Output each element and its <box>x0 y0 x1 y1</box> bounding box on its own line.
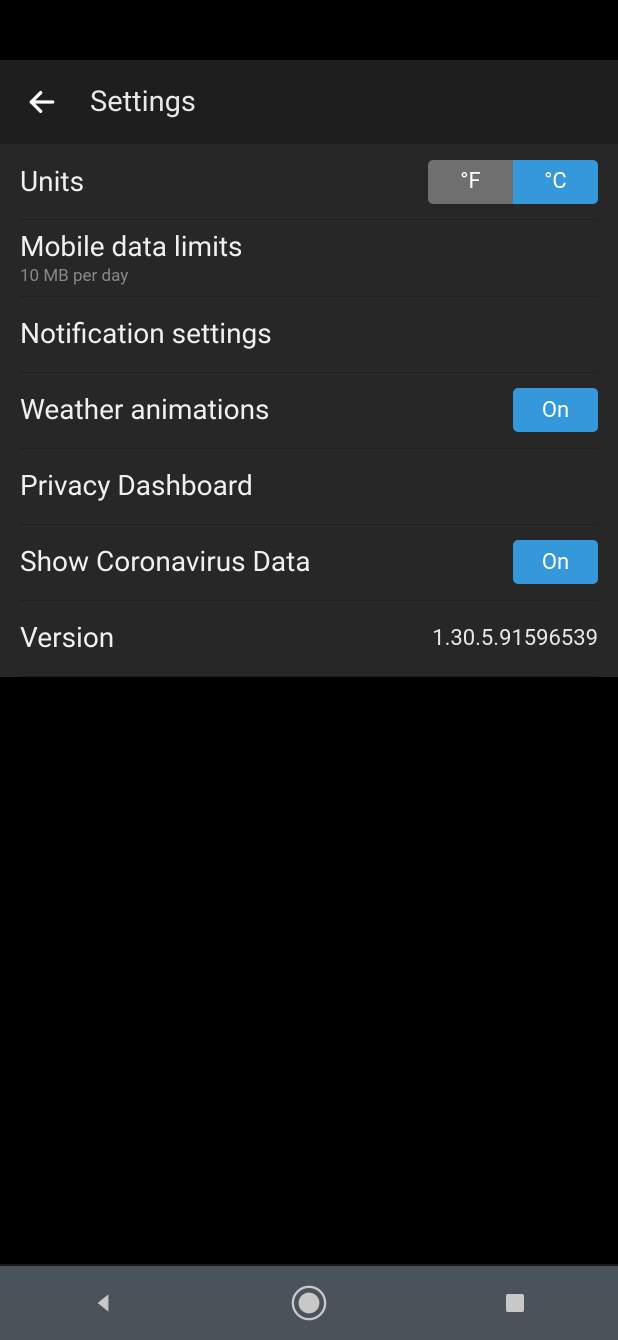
weather-animations-row: Weather animations On <box>20 373 598 449</box>
page-title: Settings <box>90 85 196 119</box>
coronavirus-data-row: Show Coronavirus Data On <box>20 525 598 601</box>
notification-settings-label: Notification settings <box>20 317 272 351</box>
nav-home-button[interactable] <box>259 1278 359 1328</box>
mobile-data-label: Mobile data limits <box>20 230 243 264</box>
mobile-data-sublabel: 10 MB per day <box>20 266 243 286</box>
units-toggle: °F °C <box>428 160 598 204</box>
circle-home-icon <box>290 1284 328 1322</box>
coronavirus-data-label: Show Coronavirus Data <box>20 545 311 579</box>
coronavirus-data-toggle[interactable]: On <box>513 540 598 584</box>
units-fahrenheit-button[interactable]: °F <box>428 160 513 204</box>
triangle-back-icon <box>90 1290 116 1316</box>
arrow-left-icon <box>26 86 58 118</box>
mobile-data-text: Mobile data limits 10 MB per day <box>20 230 243 286</box>
weather-animations-label: Weather animations <box>20 393 270 427</box>
status-bar <box>0 0 618 60</box>
notification-settings-row[interactable]: Notification settings <box>20 297 598 373</box>
version-value: 1.30.5.91596539 <box>432 626 598 651</box>
privacy-dashboard-label: Privacy Dashboard <box>20 469 253 503</box>
units-row: Units °F °C <box>20 144 598 220</box>
units-celsius-button[interactable]: °C <box>513 160 598 204</box>
app-bar: Settings <box>0 60 618 144</box>
settings-list: Units °F °C Mobile data limits 10 MB per… <box>0 144 618 677</box>
weather-animations-toggle[interactable]: On <box>513 388 598 432</box>
square-recent-icon <box>503 1291 527 1315</box>
privacy-dashboard-row[interactable]: Privacy Dashboard <box>20 449 598 525</box>
nav-recent-button[interactable] <box>465 1278 565 1328</box>
nav-back-button[interactable] <box>53 1278 153 1328</box>
back-button[interactable] <box>22 82 62 122</box>
mobile-data-row[interactable]: Mobile data limits 10 MB per day <box>20 220 598 297</box>
version-row: Version 1.30.5.91596539 <box>20 601 598 677</box>
units-label: Units <box>20 165 84 199</box>
version-label: Version <box>20 621 114 655</box>
navigation-bar <box>0 1264 618 1340</box>
